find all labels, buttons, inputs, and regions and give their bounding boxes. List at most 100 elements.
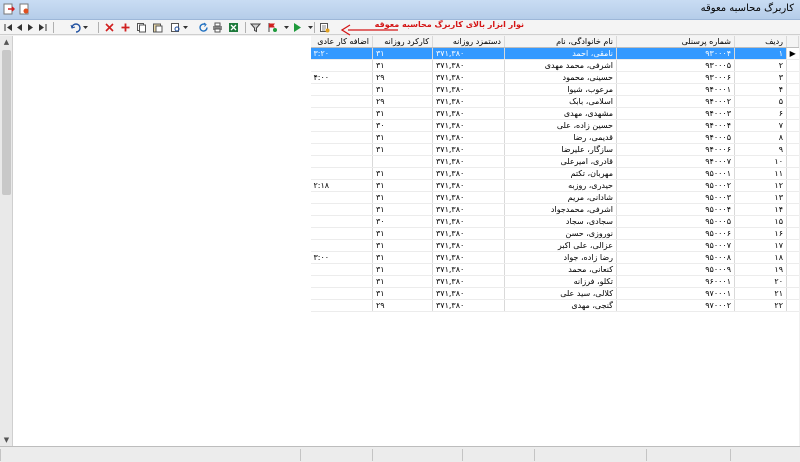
- cell-full-name[interactable]: اشرفی، محمد مهدی: [504, 59, 617, 73]
- table-row[interactable]: ۱۱ ۹۵۰۰۰۱ مهربان، تکتم ۳۷۱,۳۸۰ ۳۱: [310, 167, 799, 181]
- cell-row-number[interactable]: ۹: [734, 143, 787, 157]
- cell-daily-work[interactable]: ۳۱: [372, 191, 433, 205]
- cell-daily-wage[interactable]: ۳۷۱,۳۸۰: [432, 131, 505, 145]
- cell-overtime[interactable]: [310, 299, 373, 313]
- row-selector[interactable]: [786, 119, 799, 133]
- cell-row-number[interactable]: ۱۹: [734, 263, 787, 277]
- cell-daily-work[interactable]: ۳۱: [372, 167, 433, 181]
- cell-daily-work[interactable]: ۳۰: [372, 215, 433, 229]
- cell-personnel-id[interactable]: ۹۷۰۰۰۱: [616, 287, 735, 301]
- cell-daily-work[interactable]: ۳۱: [372, 179, 433, 193]
- row-selector[interactable]: [786, 143, 799, 157]
- cell-row-number[interactable]: ۱۱: [734, 167, 787, 181]
- cell-overtime[interactable]: [310, 95, 373, 109]
- dropdown-caret-icon[interactable]: [281, 22, 292, 33]
- cell-full-name[interactable]: نوروزی، حسن: [504, 227, 617, 241]
- cell-overtime[interactable]: ۳:۲۰: [310, 47, 373, 61]
- row-selector[interactable]: [786, 179, 799, 193]
- dropdown-caret-icon[interactable]: [80, 22, 91, 33]
- row-selector[interactable]: [786, 59, 799, 73]
- cell-full-name[interactable]: قادری، امیرعلی: [504, 155, 617, 169]
- cell-overtime[interactable]: [310, 167, 373, 181]
- cell-daily-wage[interactable]: ۳۷۱,۳۸۰: [432, 59, 505, 73]
- cell-personnel-id[interactable]: ۹۴۰۰۰۱: [616, 83, 735, 97]
- cell-daily-work[interactable]: ۳۱: [372, 287, 433, 301]
- row-selector[interactable]: [786, 167, 799, 181]
- cell-overtime[interactable]: [310, 263, 373, 277]
- table-row[interactable]: ۱۷ ۹۵۰۰۰۷ عزالی، علی اکبر ۳۷۱,۳۸۰ ۳۱: [310, 239, 799, 253]
- next-record-icon[interactable]: [25, 22, 36, 33]
- cell-full-name[interactable]: اشرفی، محمدجواد: [504, 203, 617, 217]
- cell-overtime[interactable]: [310, 155, 373, 169]
- table-row[interactable]: ۲ ۹۳۰۰۰۵ اشرفی، محمد مهدی ۳۷۱,۳۸۰ ۳۱: [310, 59, 799, 73]
- cell-full-name[interactable]: نامقی، احمد: [504, 47, 617, 61]
- table-row[interactable]: ۱۹ ۹۵۰۰۰۹ کنعانی، محمد ۳۷۱,۳۸۰ ۳۱: [310, 263, 799, 277]
- cell-row-number[interactable]: ۸: [734, 131, 787, 145]
- cell-row-number[interactable]: ۱۴: [734, 203, 787, 217]
- row-selector[interactable]: [786, 131, 799, 145]
- flag-icon[interactable]: [267, 22, 278, 33]
- cell-daily-work[interactable]: ۳۱: [372, 107, 433, 121]
- cell-full-name[interactable]: کلالی، سید علی: [504, 287, 617, 301]
- cell-personnel-id[interactable]: ۹۵۰۰۰۱: [616, 167, 735, 181]
- cell-row-number[interactable]: ۲۰: [734, 275, 787, 289]
- cell-full-name[interactable]: عزالی، علی اکبر: [504, 239, 617, 253]
- header-overtime[interactable]: اضافه کار عادی: [310, 36, 373, 49]
- cell-daily-wage[interactable]: ۳۷۱,۳۸۰: [432, 227, 505, 241]
- cell-personnel-id[interactable]: ۹۳۰۰۰۶: [616, 71, 735, 85]
- cell-daily-wage[interactable]: ۳۷۱,۳۸۰: [432, 203, 505, 217]
- header-row-number[interactable]: ردیف: [734, 36, 787, 49]
- cell-row-number[interactable]: ۲۲: [734, 299, 787, 313]
- cell-daily-work[interactable]: ۳۰: [372, 119, 433, 133]
- cell-daily-work[interactable]: ۳۱: [372, 239, 433, 253]
- print-icon[interactable]: [212, 22, 223, 33]
- cell-daily-wage[interactable]: ۳۷۱,۳۸۰: [432, 299, 505, 313]
- table-row[interactable]: ۵ ۹۴۰۰۰۲ اسلامی، بابک ۳۷۱,۳۸۰ ۲۹: [310, 95, 799, 109]
- row-selector[interactable]: [786, 227, 799, 241]
- row-selector[interactable]: [786, 95, 799, 109]
- cell-overtime[interactable]: [310, 275, 373, 289]
- cell-overtime[interactable]: [310, 215, 373, 229]
- cell-personnel-id[interactable]: ۹۴۰۰۰۴: [616, 119, 735, 133]
- cell-daily-wage[interactable]: ۳۷۱,۳۸۰: [432, 215, 505, 229]
- cell-row-number[interactable]: ۱۰: [734, 155, 787, 169]
- cell-full-name[interactable]: رضا زاده، جواد: [504, 251, 617, 265]
- cell-daily-work[interactable]: [372, 155, 433, 169]
- refresh-icon[interactable]: [198, 22, 209, 33]
- cell-daily-work[interactable]: ۳۱: [372, 47, 433, 61]
- cell-full-name[interactable]: مشهدی، مهدی: [504, 107, 617, 121]
- cell-overtime[interactable]: [310, 131, 373, 145]
- table-row[interactable]: ▶ ۱ ۹۳۰۰۰۴ نامقی، احمد ۳۷۱,۳۸۰ ۳۱ ۳:۲۰: [310, 47, 799, 61]
- cell-personnel-id[interactable]: ۹۵۰۰۰۴: [616, 203, 735, 217]
- cell-full-name[interactable]: شادانی، مریم: [504, 191, 617, 205]
- cell-daily-wage[interactable]: ۳۷۱,۳۸۰: [432, 143, 505, 157]
- cell-personnel-id[interactable]: ۹۵۰۰۰۳: [616, 191, 735, 205]
- exit-icon[interactable]: [3, 3, 15, 15]
- table-row[interactable]: ۱۲ ۹۵۰۰۰۲ حیدری، روزبه ۳۷۱,۳۸۰ ۳۱ ۲:۱۸: [310, 179, 799, 193]
- cell-row-number[interactable]: ۲: [734, 59, 787, 73]
- cell-overtime[interactable]: [310, 107, 373, 121]
- cell-daily-wage[interactable]: ۳۷۱,۳۸۰: [432, 179, 505, 193]
- add-icon[interactable]: [120, 22, 131, 33]
- cell-daily-work[interactable]: ۳۱: [372, 251, 433, 265]
- cell-personnel-id[interactable]: ۹۵۰۰۰۵: [616, 215, 735, 229]
- cell-row-number[interactable]: ۱: [734, 47, 787, 61]
- header-daily-work[interactable]: کارکرد روزانه: [372, 36, 433, 49]
- table-row[interactable]: ۱۴ ۹۵۰۰۰۴ اشرفی، محمدجواد ۳۷۱,۳۸۰ ۳۱: [310, 203, 799, 217]
- scroll-up-icon[interactable]: ▲: [0, 36, 13, 48]
- cell-full-name[interactable]: حیدری، روزبه: [504, 179, 617, 193]
- table-row[interactable]: ۲۰ ۹۶۰۰۰۱ تکلو، فرزانه ۳۷۱,۳۸۰ ۳۱: [310, 275, 799, 289]
- scroll-thumb[interactable]: [2, 50, 11, 195]
- cell-personnel-id[interactable]: ۹۴۰۰۰۷: [616, 155, 735, 169]
- cell-overtime[interactable]: [310, 83, 373, 97]
- cell-daily-work[interactable]: ۳۱: [372, 275, 433, 289]
- cell-full-name[interactable]: تکلو، فرزانه: [504, 275, 617, 289]
- cell-full-name[interactable]: سجادی، سجاد: [504, 215, 617, 229]
- row-selector[interactable]: [786, 203, 799, 217]
- cell-row-number[interactable]: ۵: [734, 95, 787, 109]
- paste-icon[interactable]: [152, 22, 163, 33]
- cell-daily-work[interactable]: ۳۱: [372, 203, 433, 217]
- dropdown-caret-icon[interactable]: [180, 22, 191, 33]
- cell-full-name[interactable]: کنعانی، محمد: [504, 263, 617, 277]
- cell-row-number[interactable]: ۲۱: [734, 287, 787, 301]
